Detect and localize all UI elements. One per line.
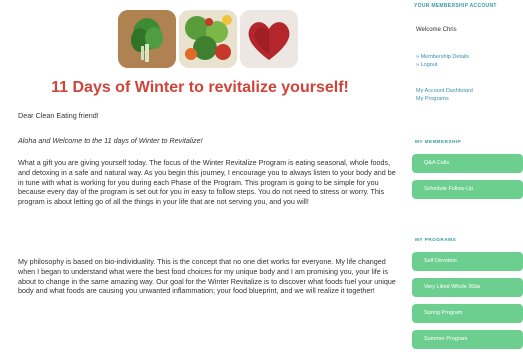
paragraph-1: What a gift you are giving yourself toda…	[18, 158, 396, 207]
programs-heading: MY PROGRAMS	[415, 238, 457, 243]
sidebar: YOUR MEMBERSHIP ACCOUNT Welcome Chris » …	[404, 0, 523, 354]
logout-link[interactable]: » Logout	[416, 62, 437, 68]
program-button-summer[interactable]: Summer Program	[412, 330, 523, 349]
qa-calls-button[interactable]: Q&A Calls	[412, 154, 523, 173]
intro-text: Aloha and Welcome to the 11 days of Wint…	[18, 136, 203, 145]
account-heading: YOUR MEMBERSHIP ACCOUNT	[414, 3, 497, 9]
program-button-spring[interactable]: Spring Program	[412, 304, 523, 323]
greeting-text: Dear Clean Eating friend!	[18, 111, 99, 120]
paragraph-2: My philosophy is based on bio-individual…	[18, 257, 396, 296]
welcome-text: Welcome Chris	[416, 27, 457, 33]
salad-image	[179, 10, 237, 68]
hero-images	[118, 10, 298, 70]
my-programs-link[interactable]: My Programs	[416, 96, 449, 102]
membership-details-link[interactable]: » Membership Details	[416, 54, 469, 60]
page-title: 11 Days of Winter to revitalize yourself…	[51, 79, 349, 96]
membership-heading: MY MEMBERSHIP	[415, 140, 462, 145]
heart-berries-image	[240, 10, 298, 68]
schedule-follow-up-button[interactable]: Schedule Follow-Up	[412, 180, 523, 199]
greens-image	[118, 10, 176, 68]
account-dashboard-link[interactable]: My Account Dashboard	[416, 88, 473, 94]
program-button-self-devotion[interactable]: Self Devotion	[412, 252, 523, 271]
main-content: 11 Days of Winter to revitalize yourself…	[0, 0, 400, 354]
program-button-whole-30[interactable]: Very Liked Whole 30ds	[412, 278, 523, 297]
